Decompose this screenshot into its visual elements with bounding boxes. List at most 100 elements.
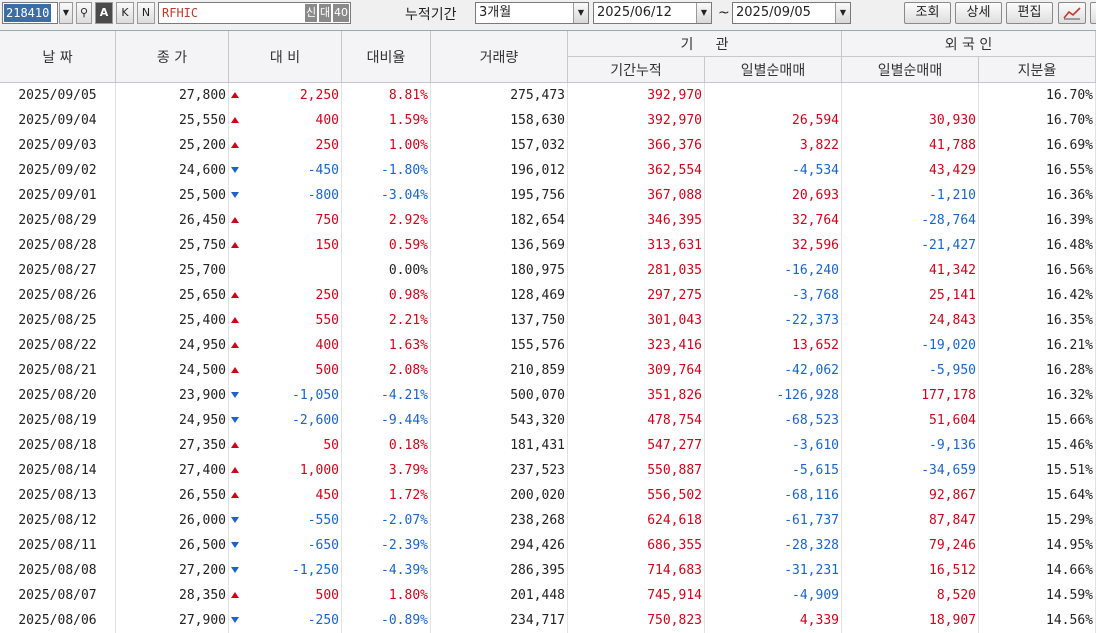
table-row[interactable]: 2025/08/27 25,700 0.00% 180,975 281,035 -16,2… [0, 258, 1096, 283]
calendar-dropdown-icon[interactable]: ▼ [835, 3, 850, 23]
cell-foreign-share: 16.39% [979, 208, 1096, 233]
cell-close: 25,550 [116, 108, 229, 133]
cell-change: -650 [229, 533, 342, 558]
header-institution-group: 기 관 [568, 31, 842, 57]
calendar-dropdown-icon[interactable]: ▼ [696, 3, 711, 23]
table-row[interactable]: 2025/08/19 24,950 -2,600 -9.44% 543,320 478,7… [0, 408, 1096, 433]
cell-change-rate-value: -0.89% [381, 613, 428, 628]
code-filter-n-button[interactable]: N [137, 2, 155, 24]
table-row[interactable]: 2025/08/20 23,900 -1,050 -4.21% 500,070 351,8… [0, 383, 1096, 408]
cell-change-value: -450 [307, 163, 339, 178]
cell-volume: 128,469 [431, 283, 568, 308]
cell-change: 400 [229, 108, 342, 133]
cell-foreign-share-value: 16.70% [1046, 113, 1093, 128]
stock-name: RFHIC [162, 6, 199, 20]
table-row[interactable]: 2025/08/12 26,000 -550 -2.07% 238,268 624,618… [0, 508, 1096, 533]
cell-close-value: 25,650 [179, 288, 226, 303]
cell-change-value: 500 [315, 363, 339, 378]
cell-close: 25,750 [116, 233, 229, 258]
cell-inst-daily: -68,116 [705, 483, 842, 508]
query-button[interactable]: 조회 [904, 2, 951, 24]
cell-change-rate: -2.07% [342, 508, 431, 533]
cell-foreign-share: 14.66% [979, 558, 1096, 583]
table-row[interactable]: 2025/08/25 25,400 550 2.21% 137,750 301,043 -2… [0, 308, 1096, 333]
header-inst-daily[interactable]: 일별순매매 [705, 57, 842, 83]
header-date[interactable]: 날 짜 [0, 31, 116, 83]
header-foreign-share[interactable]: 지분율 [979, 57, 1096, 83]
cell-date-value: 2025/08/07 [18, 588, 97, 603]
new-badge: 신 [305, 4, 318, 22]
header-change-rate[interactable]: 대비율 [342, 31, 431, 83]
header-volume[interactable]: 거래량 [431, 31, 568, 83]
cell-date-value: 2025/08/12 [18, 513, 97, 528]
cell-foreign-share-value: 14.66% [1046, 563, 1093, 578]
cell-close: 26,450 [116, 208, 229, 233]
table-row[interactable]: 2025/08/22 24,950 400 1.63% 155,576 323,416 13… [0, 333, 1096, 358]
cell-change-rate-value: 1.63% [388, 338, 428, 353]
cell-inst-daily: -3,768 [705, 283, 842, 308]
cell-volume: 158,630 [431, 108, 568, 133]
table-row[interactable]: 2025/09/04 25,550 400 1.59% 158,630 392,970 26… [0, 108, 1096, 133]
cell-change-rate-value: 2.21% [388, 313, 428, 328]
date-range-separator: ~ [718, 5, 730, 21]
cell-change: 550 [229, 308, 342, 333]
cell-date-value: 2025/09/03 [18, 138, 97, 153]
cell-change-value: -800 [307, 188, 339, 203]
table-row[interactable]: 2025/08/13 26,550 450 1.72% 200,020 556,502 -6… [0, 483, 1096, 508]
header-foreign-daily[interactable]: 일별순매매 [842, 57, 979, 83]
table-row[interactable]: 2025/08/26 25,650 250 0.98% 128,469 297,275 -3… [0, 283, 1096, 308]
cell-change-rate-value: 1.72% [388, 488, 428, 503]
cell-change-rate-value: 0.59% [388, 238, 428, 253]
detail-button[interactable]: 상세 [955, 2, 1002, 24]
cell-date: 2025/09/02 [0, 158, 116, 183]
cell-foreign-share-value: 16.56% [1046, 263, 1093, 278]
cell-close: 26,000 [116, 508, 229, 533]
cell-change-rate-value: -1.80% [381, 163, 428, 178]
table-row[interactable]: 2025/09/02 24,600 -450 -1.80% 196,012 362,554… [0, 158, 1096, 183]
chart-icon[interactable] [1058, 2, 1086, 24]
table-row[interactable]: 2025/09/05 27,800 2,250 8.81% 275,473 392,970… [0, 83, 1096, 108]
overflow-button[interactable] [1090, 2, 1096, 24]
cell-close: 27,800 [116, 83, 229, 108]
cell-close-value: 24,950 [179, 413, 226, 428]
cell-change: -450 [229, 158, 342, 183]
table-row[interactable]: 2025/08/21 24,500 500 2.08% 210,859 309,764 -4… [0, 358, 1096, 383]
cell-foreign-daily-value: 92,867 [929, 488, 976, 503]
cell-date: 2025/08/21 [0, 358, 116, 383]
cell-inst-cumulative-value: 392,970 [647, 88, 702, 103]
table-row[interactable]: 2025/08/08 27,200 -1,250 -4.39% 286,395 714,6… [0, 558, 1096, 583]
cell-inst-cumulative-value: 745,914 [647, 588, 702, 603]
table-row[interactable]: 2025/08/14 27,400 1,000 3.79% 237,523 550,887… [0, 458, 1096, 483]
cell-change: 250 [229, 283, 342, 308]
header-close[interactable]: 종 가 [116, 31, 229, 83]
header-inst-cumulative[interactable]: 기간누적 [568, 57, 705, 83]
edit-button[interactable]: 편집 [1006, 2, 1053, 24]
code-filter-a-button[interactable]: A [95, 2, 113, 24]
cell-foreign-share: 15.29% [979, 508, 1096, 533]
search-icon[interactable]: ⚲ [76, 2, 92, 24]
cell-change-value: -250 [307, 613, 339, 628]
stock-code-input[interactable]: 218410 [2, 2, 58, 24]
stock-name-field[interactable]: RFHIC 신 대 40 [158, 2, 351, 24]
table-row[interactable]: 2025/08/29 26,450 750 2.92% 182,654 346,395 32… [0, 208, 1096, 233]
cell-close-value: 25,200 [179, 138, 226, 153]
chevron-down-icon[interactable]: ▼ [573, 3, 588, 23]
cell-close-value: 26,450 [179, 213, 226, 228]
cell-close-value: 26,500 [179, 538, 226, 553]
table-row[interactable]: 2025/08/28 25,750 150 0.59% 136,569 313,631 32… [0, 233, 1096, 258]
date-to-field[interactable]: 2025/09/05 ▼ [732, 2, 851, 24]
table-row[interactable]: 2025/08/07 28,350 500 1.80% 201,448 745,914 -4… [0, 583, 1096, 608]
cell-change-rate-value: 8.81% [388, 88, 428, 103]
table-row[interactable]: 2025/08/06 27,900 -250 -0.89% 234,717 750,823… [0, 608, 1096, 633]
code-filter-k-button[interactable]: K [116, 2, 134, 24]
code-dropdown-button[interactable]: ▼ [59, 2, 73, 24]
cell-inst-cumulative-value: 367,088 [647, 188, 702, 203]
period-select[interactable]: 3개월 ▼ [475, 2, 589, 24]
date-from-field[interactable]: 2025/06/12 ▼ [593, 2, 712, 24]
cell-foreign-share-value: 14.59% [1046, 588, 1093, 603]
table-row[interactable]: 2025/08/11 26,500 -650 -2.39% 294,426 686,355… [0, 533, 1096, 558]
table-row[interactable]: 2025/09/01 25,500 -800 -3.04% 195,756 367,088… [0, 183, 1096, 208]
table-row[interactable]: 2025/08/18 27,350 50 0.18% 181,431 547,277 -3,… [0, 433, 1096, 458]
header-change[interactable]: 대 비 [229, 31, 342, 83]
table-row[interactable]: 2025/09/03 25,200 250 1.00% 157,032 366,376 3,… [0, 133, 1096, 158]
